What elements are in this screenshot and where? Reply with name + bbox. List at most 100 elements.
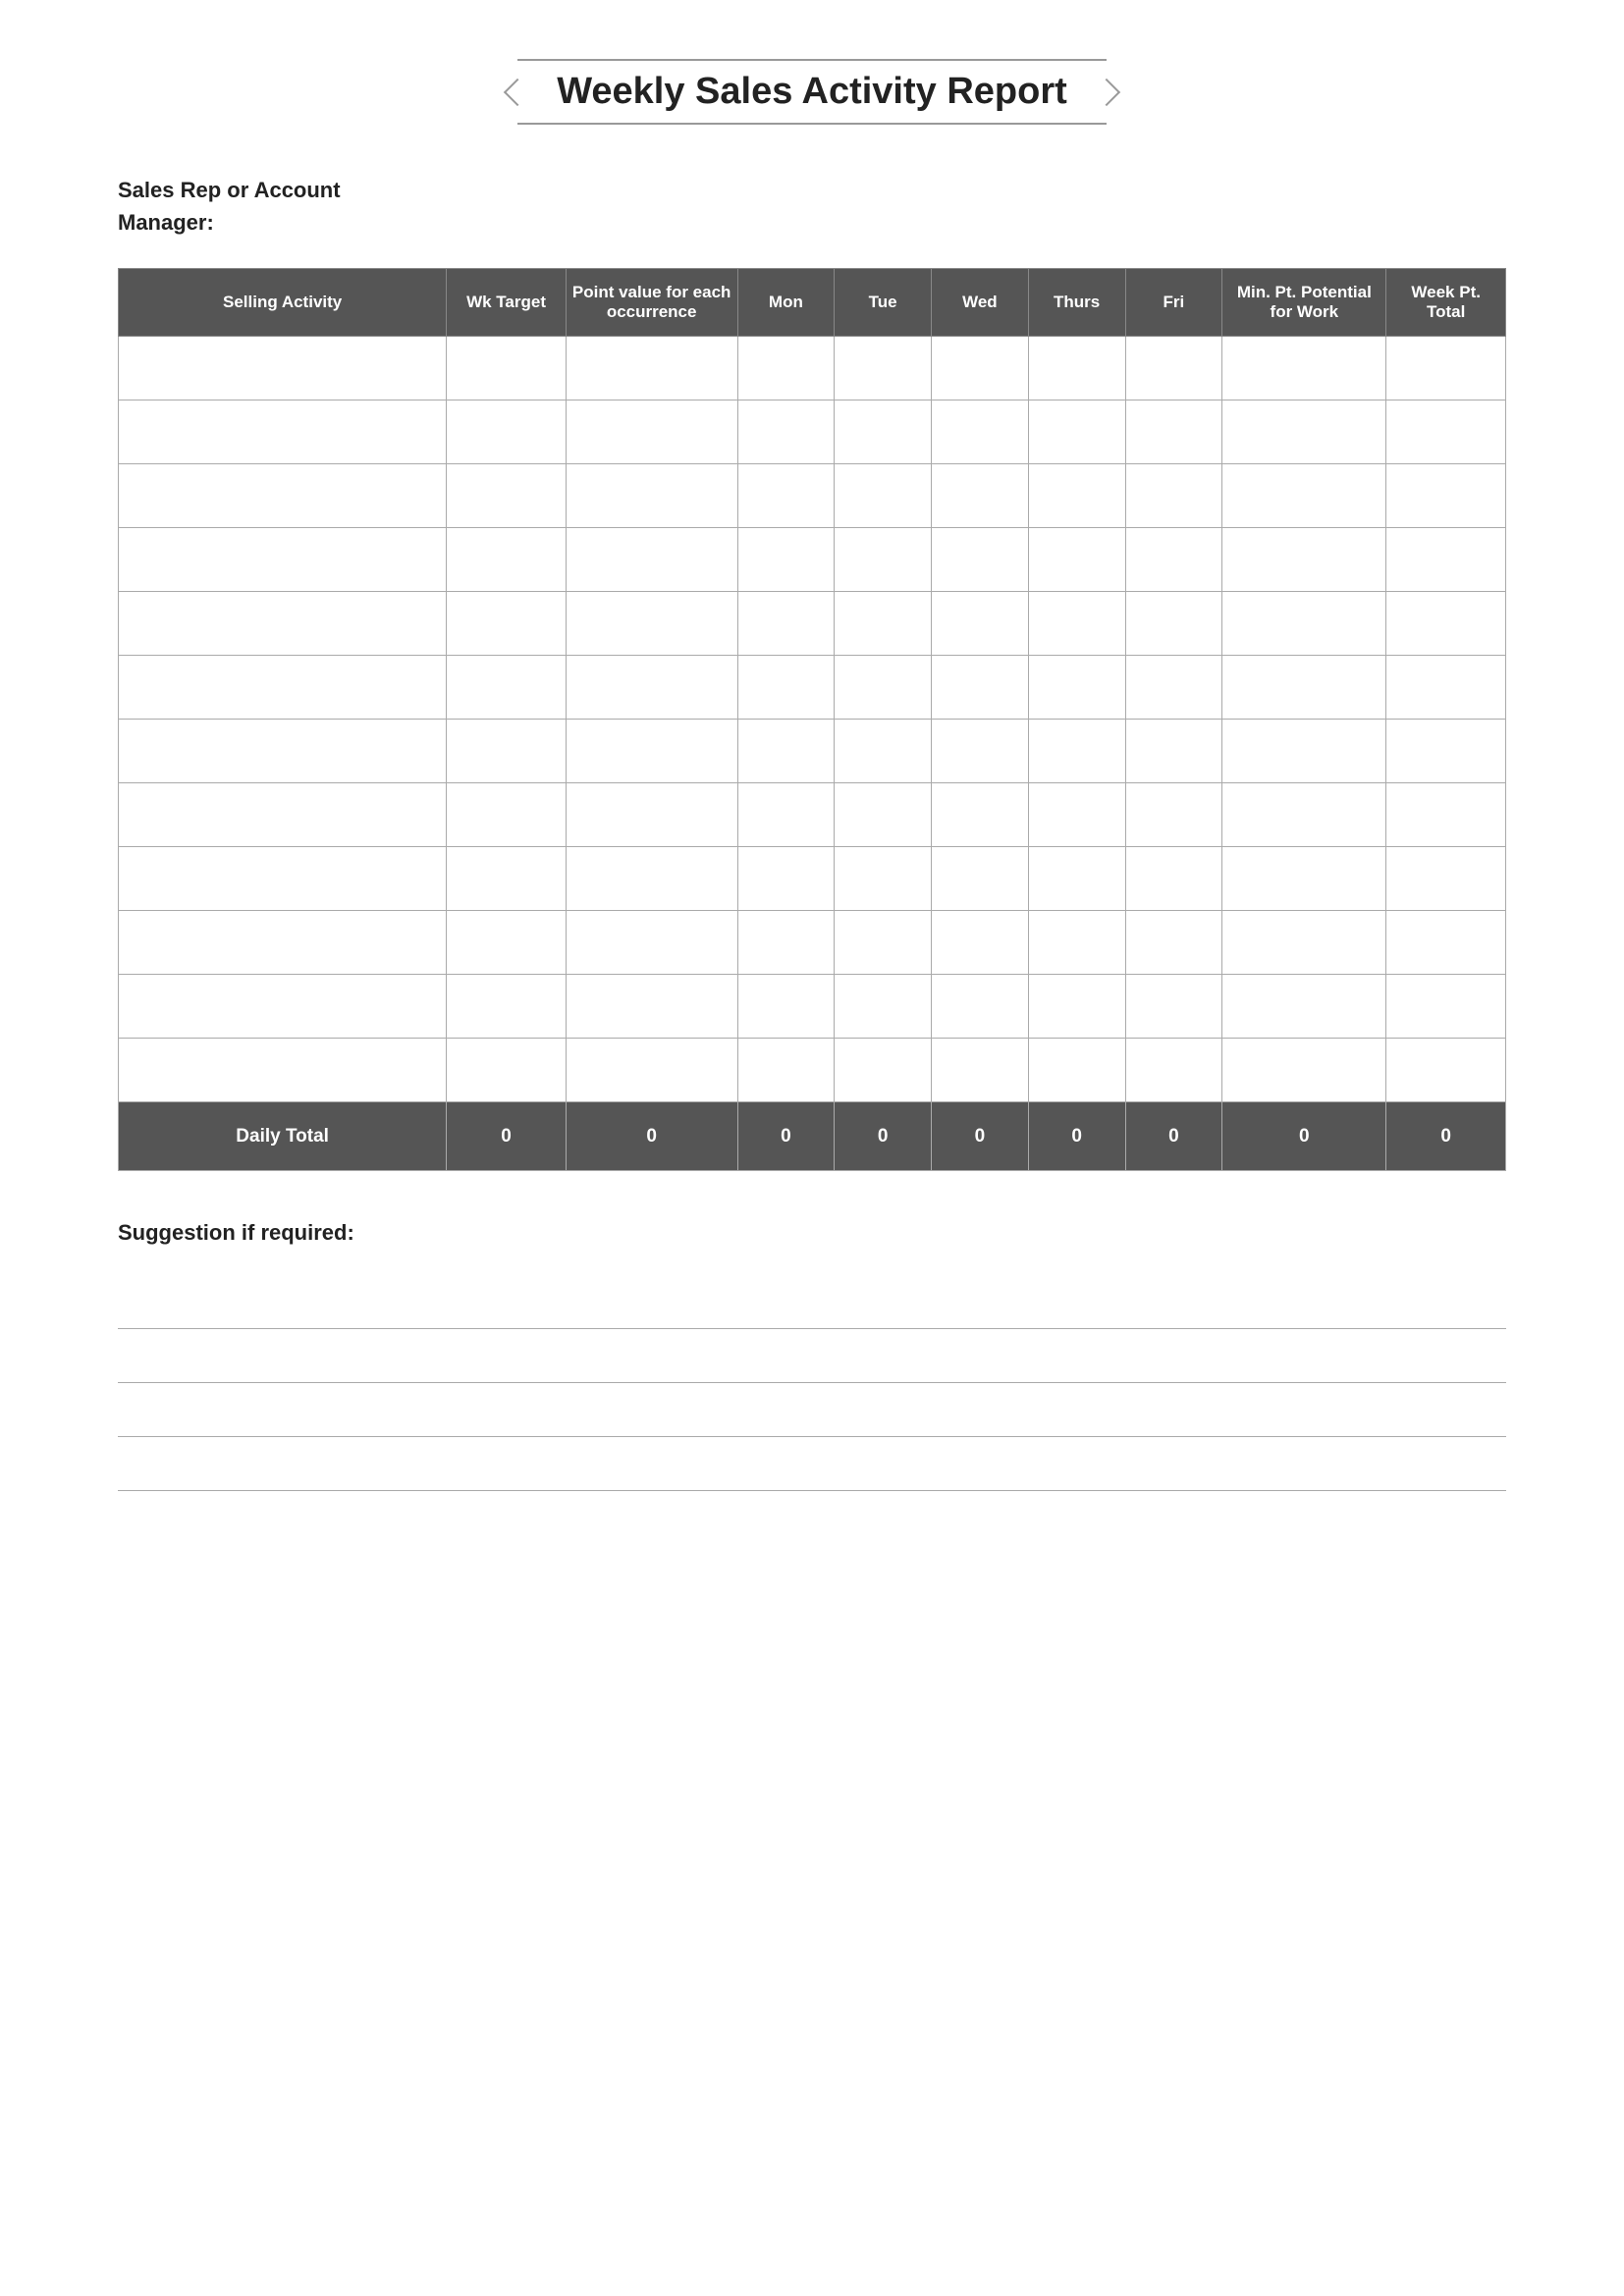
- table-cell: [119, 720, 447, 783]
- table-cell: [737, 783, 835, 847]
- daily-total-label: Daily Total: [119, 1102, 447, 1171]
- table-cell: [932, 592, 1029, 656]
- table-cell: [835, 464, 932, 528]
- table-cell: [1386, 337, 1506, 400]
- table-cell: [447, 528, 567, 592]
- table-cell: [1386, 1039, 1506, 1102]
- col-header-thurs: Thurs: [1028, 269, 1125, 337]
- table-cell: [119, 592, 447, 656]
- table-cell: [1028, 1039, 1125, 1102]
- table-cell: [1222, 720, 1386, 783]
- table-cell: [447, 656, 567, 720]
- table-row: [119, 337, 1506, 400]
- table-cell: [1028, 783, 1125, 847]
- table-row: [119, 656, 1506, 720]
- col-header-mon: Mon: [737, 269, 835, 337]
- table-cell: [737, 975, 835, 1039]
- table-cell: [737, 592, 835, 656]
- col-header-point-value: Point value for each occurrence: [566, 269, 737, 337]
- table-cell: [1386, 975, 1506, 1039]
- table-cell: [835, 528, 932, 592]
- table-cell: [447, 720, 567, 783]
- table-cell: [119, 656, 447, 720]
- daily-total-value: 0: [566, 1102, 737, 1171]
- suggestion-lines-container: [118, 1275, 1506, 1491]
- table-cell: [1386, 592, 1506, 656]
- table-cell: [1222, 400, 1386, 464]
- table-cell: [1125, 592, 1222, 656]
- table-row: [119, 783, 1506, 847]
- table-cell: [1386, 400, 1506, 464]
- table-cell: [119, 400, 447, 464]
- table-cell: [1125, 337, 1222, 400]
- table-cell: [1386, 656, 1506, 720]
- table-cell: [835, 1039, 932, 1102]
- table-cell: [1125, 528, 1222, 592]
- table-cell: [566, 400, 737, 464]
- suggestion-label: Suggestion if required:: [118, 1220, 1506, 1246]
- table-row: [119, 464, 1506, 528]
- table-cell: [1386, 528, 1506, 592]
- col-header-min-pt: Min. Pt. Potential for Work: [1222, 269, 1386, 337]
- table-cell: [737, 656, 835, 720]
- col-header-tue: Tue: [835, 269, 932, 337]
- table-cell: [1028, 975, 1125, 1039]
- table-cell: [835, 592, 932, 656]
- table-cell: [119, 1039, 447, 1102]
- table-cell: [1028, 592, 1125, 656]
- table-cell: [932, 337, 1029, 400]
- table-cell: [566, 592, 737, 656]
- col-header-selling-activity: Selling Activity: [119, 269, 447, 337]
- table-cell: [1125, 1039, 1222, 1102]
- table-cell: [447, 847, 567, 911]
- table-cell: [1125, 400, 1222, 464]
- table-cell: [566, 337, 737, 400]
- table-cell: [932, 783, 1029, 847]
- table-cell: [737, 464, 835, 528]
- col-header-fri: Fri: [1125, 269, 1222, 337]
- table-cell: [566, 528, 737, 592]
- table-cell: [1125, 847, 1222, 911]
- daily-total-value: 0: [1028, 1102, 1125, 1171]
- table-cell: [1222, 847, 1386, 911]
- table-cell: [932, 400, 1029, 464]
- table-cell: [1125, 720, 1222, 783]
- table-cell: [835, 656, 932, 720]
- suggestion-line: [118, 1275, 1506, 1329]
- table-cell: [737, 528, 835, 592]
- table-cell: [1386, 464, 1506, 528]
- table-cell: [119, 847, 447, 911]
- table-cell: [737, 1039, 835, 1102]
- table-cell: [119, 464, 447, 528]
- table-cell: [932, 464, 1029, 528]
- table-row: [119, 400, 1506, 464]
- table-cell: [737, 847, 835, 911]
- suggestion-line: [118, 1383, 1506, 1437]
- table-cell: [1222, 975, 1386, 1039]
- table-cell: [119, 911, 447, 975]
- table-cell: [566, 464, 737, 528]
- table-row: [119, 592, 1506, 656]
- table-cell: [932, 847, 1029, 911]
- table-cell: [119, 783, 447, 847]
- table-cell: [566, 720, 737, 783]
- table-cell: [835, 783, 932, 847]
- daily-total-value: 0: [737, 1102, 835, 1171]
- table-cell: [737, 400, 835, 464]
- table-row: [119, 975, 1506, 1039]
- table-cell: [447, 400, 567, 464]
- table-cell: [737, 337, 835, 400]
- table-row: [119, 528, 1506, 592]
- daily-total-value: 0: [1125, 1102, 1222, 1171]
- table-cell: [1386, 783, 1506, 847]
- daily-total-value: 0: [1386, 1102, 1506, 1171]
- col-header-wk-target: Wk Target: [447, 269, 567, 337]
- table-cell: [1386, 847, 1506, 911]
- table-cell: [1028, 720, 1125, 783]
- table-cell: [1125, 783, 1222, 847]
- col-header-wed: Wed: [932, 269, 1029, 337]
- table-cell: [447, 975, 567, 1039]
- table-cell: [566, 783, 737, 847]
- table-cell: [119, 337, 447, 400]
- table-cell: [447, 783, 567, 847]
